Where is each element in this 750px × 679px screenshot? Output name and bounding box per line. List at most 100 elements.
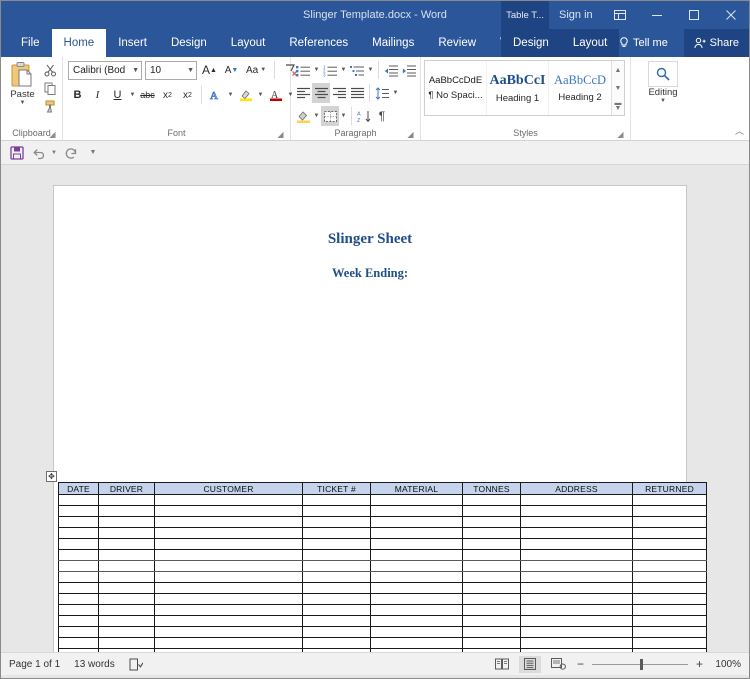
tab-design[interactable]: Design xyxy=(159,29,219,57)
table-cell[interactable] xyxy=(370,582,463,594)
word-count[interactable]: 13 words xyxy=(74,659,115,670)
underline-button[interactable]: U xyxy=(108,85,127,105)
table-row[interactable] xyxy=(58,582,707,594)
table-row[interactable] xyxy=(58,648,707,652)
table-cell[interactable] xyxy=(58,571,99,583)
table-cell[interactable] xyxy=(98,593,155,605)
table-cell[interactable] xyxy=(302,637,371,649)
font-dialog-launcher[interactable]: ◢ xyxy=(276,130,285,139)
table-cell[interactable] xyxy=(632,582,707,594)
table-cell[interactable] xyxy=(520,538,633,550)
table-cell[interactable] xyxy=(302,604,371,616)
table-cell[interactable] xyxy=(370,527,463,539)
table-cell[interactable] xyxy=(520,516,633,528)
editing-dropdown-arrow[interactable]: ▼ xyxy=(660,98,666,104)
table-cell[interactable] xyxy=(632,560,707,572)
editing-button[interactable]: Editing ▼ xyxy=(636,59,690,104)
table-cell[interactable] xyxy=(302,560,371,572)
table-row[interactable] xyxy=(58,505,707,517)
share-button[interactable]: Share xyxy=(683,29,749,57)
redo-icon[interactable] xyxy=(61,143,81,163)
table-cell[interactable] xyxy=(302,648,371,652)
table-cell[interactable] xyxy=(520,648,633,652)
table-row[interactable] xyxy=(58,538,707,550)
shrink-font-button[interactable]: A ▼ xyxy=(222,60,241,80)
table-cell[interactable] xyxy=(154,604,303,616)
table-cell[interactable] xyxy=(632,538,707,550)
table-cell[interactable] xyxy=(154,494,303,506)
table-cell[interactable] xyxy=(462,637,521,649)
table-cell[interactable] xyxy=(370,560,463,572)
table-cell[interactable] xyxy=(154,560,303,572)
table-cell[interactable] xyxy=(154,571,303,583)
table-cell[interactable] xyxy=(520,549,633,561)
styles-dialog-launcher[interactable]: ◢ xyxy=(616,130,625,139)
save-icon[interactable] xyxy=(7,143,27,163)
tab-table-design[interactable]: Design xyxy=(501,29,561,57)
styles-scroll-down-icon[interactable]: ▼ xyxy=(612,80,624,96)
tab-insert[interactable]: Insert xyxy=(106,29,159,57)
clipboard-dialog-launcher[interactable]: ◢ xyxy=(48,130,57,139)
table-cell[interactable] xyxy=(154,626,303,638)
table-cell[interactable] xyxy=(302,494,371,506)
table-cell[interactable] xyxy=(98,560,155,572)
read-mode-icon[interactable] xyxy=(491,656,513,673)
customize-qat-icon[interactable]: ▼ xyxy=(83,143,103,163)
minimize-icon[interactable] xyxy=(638,1,675,29)
table-cell[interactable] xyxy=(302,593,371,605)
table-cell[interactable] xyxy=(154,615,303,627)
table-cell[interactable] xyxy=(370,604,463,616)
table-cell[interactable] xyxy=(58,626,99,638)
table-cell[interactable] xyxy=(58,549,99,561)
table-cell[interactable] xyxy=(370,549,463,561)
italic-button[interactable]: I xyxy=(88,85,107,105)
superscript-button[interactable]: x2 xyxy=(178,85,197,105)
grow-font-button[interactable]: A ▲ xyxy=(200,60,219,80)
paste-button[interactable]: Paste ▼ xyxy=(4,59,41,106)
table-cell[interactable] xyxy=(462,648,521,652)
table-cell[interactable] xyxy=(632,549,707,561)
table-cell[interactable] xyxy=(462,604,521,616)
table-cell[interactable] xyxy=(520,604,633,616)
multilevel-dropdown-arrow[interactable]: ▼ xyxy=(366,67,375,73)
borders-icon[interactable] xyxy=(321,106,339,126)
table-cell[interactable] xyxy=(370,538,463,550)
table-cell[interactable] xyxy=(98,494,155,506)
table-cell[interactable] xyxy=(520,615,633,627)
table-cell[interactable] xyxy=(370,637,463,649)
table-row[interactable] xyxy=(58,626,707,638)
style-heading-1[interactable]: AaBbCcI Heading 1 xyxy=(487,61,549,115)
zoom-slider[interactable] xyxy=(592,656,688,673)
table-cell[interactable] xyxy=(302,505,371,517)
collapse-ribbon-icon[interactable]: ︿ xyxy=(735,124,744,137)
table-cell[interactable] xyxy=(58,516,99,528)
tab-layout[interactable]: Layout xyxy=(219,29,278,57)
table-row[interactable] xyxy=(58,516,707,528)
table-cell[interactable] xyxy=(520,571,633,583)
text-effects-icon[interactable]: A xyxy=(206,85,225,105)
table-cell[interactable] xyxy=(632,637,707,649)
maximize-icon[interactable] xyxy=(675,1,712,29)
highlight-dropdown-arrow[interactable]: ▼ xyxy=(256,92,265,98)
table-cell[interactable] xyxy=(302,516,371,528)
table-cell[interactable] xyxy=(98,615,155,627)
table-cell[interactable] xyxy=(154,582,303,594)
table-cell[interactable] xyxy=(302,626,371,638)
table-cell[interactable] xyxy=(462,593,521,605)
table-cell[interactable] xyxy=(98,549,155,561)
shading-dropdown-arrow[interactable]: ▼ xyxy=(312,113,321,119)
justify-icon[interactable] xyxy=(348,83,366,103)
text-effects-dropdown-arrow[interactable]: ▼ xyxy=(226,92,235,98)
table-cell[interactable] xyxy=(370,593,463,605)
bold-button[interactable]: B xyxy=(68,85,87,105)
table-row[interactable] xyxy=(58,615,707,627)
show-formatting-marks-icon[interactable]: ¶ xyxy=(373,106,391,126)
zoom-out-button[interactable]: − xyxy=(575,657,586,671)
underline-dropdown-arrow[interactable]: ▼ xyxy=(128,92,137,98)
tab-review[interactable]: Review xyxy=(426,29,488,57)
font-color-icon[interactable]: A xyxy=(266,85,285,105)
shading-icon[interactable] xyxy=(294,106,312,126)
table-cell[interactable] xyxy=(632,648,707,652)
zoom-level[interactable]: 100% xyxy=(711,659,741,670)
table-row[interactable] xyxy=(58,571,707,583)
